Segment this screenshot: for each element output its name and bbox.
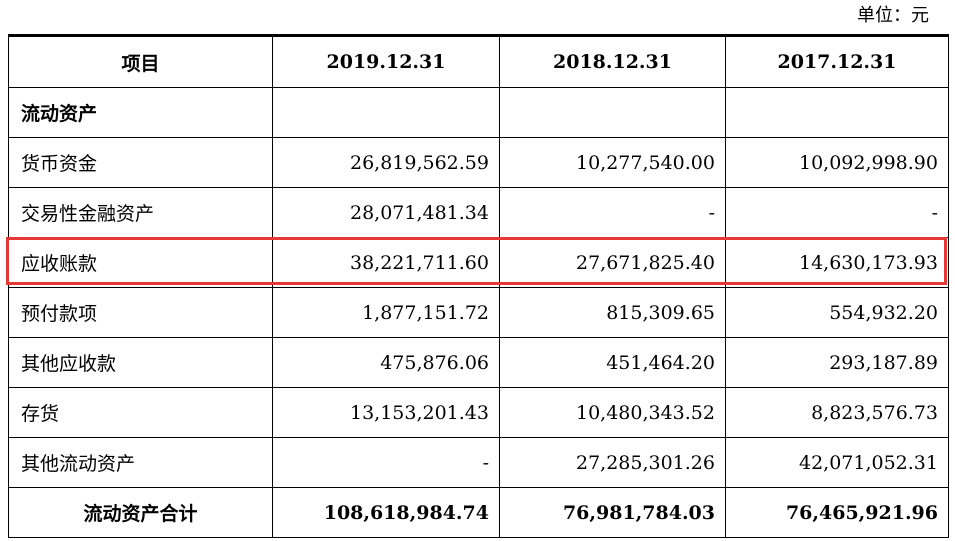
table-row: 货币资金 26,819,562.59 10,277,540.00 10,092,… xyxy=(8,137,949,188)
row-label: 货币资金 xyxy=(8,137,273,188)
empty-cell xyxy=(499,87,726,138)
value-2017: 8,823,576.73 xyxy=(725,387,949,438)
value-2017: - xyxy=(725,187,949,238)
empty-cell xyxy=(272,87,500,138)
value-2018: 10,480,343.52 xyxy=(499,387,726,438)
value-2018: 815,309.65 xyxy=(499,287,726,338)
value-2017: 42,071,052.31 xyxy=(725,437,949,488)
header-item: 项目 xyxy=(8,35,273,88)
total-2018: 76,981,784.03 xyxy=(499,487,726,538)
total-row: 流动资产合计 108,618,984.74 76,981,784.03 76,4… xyxy=(8,487,949,538)
value-2018: - xyxy=(499,187,726,238)
table-row: 交易性金融资产 28,071,481.34 - - xyxy=(8,187,949,238)
table-row: 存货 13,153,201.43 10,480,343.52 8,823,576… xyxy=(8,387,949,438)
unit-label: 单位：元 xyxy=(857,5,929,26)
value-2018: 10,277,540.00 xyxy=(499,137,726,188)
value-2019: - xyxy=(272,437,500,488)
empty-cell xyxy=(725,87,949,138)
value-2017: 293,187.89 xyxy=(725,337,949,388)
header-2017: 2017.12.31 xyxy=(725,35,949,88)
header-row: 项目 2019.12.31 2018.12.31 2017.12.31 xyxy=(8,35,949,88)
value-2018: 451,464.20 xyxy=(499,337,726,388)
value-2019: 13,153,201.43 xyxy=(272,387,500,438)
section-row: 流动资产 xyxy=(8,87,949,138)
table-row: 预付款项 1,877,151.72 815,309.65 554,932.20 xyxy=(8,287,949,338)
table-row: 其他应收款 475,876.06 451,464.20 293,187.89 xyxy=(8,337,949,388)
row-label: 交易性金融资产 xyxy=(8,187,273,238)
header-2018: 2018.12.31 xyxy=(499,35,726,88)
row-label: 存货 xyxy=(8,387,273,438)
table-row: 其他流动资产 - 27,285,301.26 42,071,052.31 xyxy=(8,437,949,488)
value-2019: 38,221,711.60 xyxy=(272,237,500,288)
row-label: 应收账款 xyxy=(8,237,273,288)
value-2019: 475,876.06 xyxy=(272,337,500,388)
value-2017: 554,932.20 xyxy=(725,287,949,338)
row-label: 其他应收款 xyxy=(8,337,273,388)
value-2018: 27,671,825.40 xyxy=(499,237,726,288)
total-2017: 76,465,921.96 xyxy=(725,487,949,538)
value-2019: 1,877,151.72 xyxy=(272,287,500,338)
value-2019: 28,071,481.34 xyxy=(272,187,500,238)
value-2019: 26,819,562.59 xyxy=(272,137,500,188)
table-row-highlighted: 应收账款 38,221,711.60 27,671,825.40 14,630,… xyxy=(8,237,949,288)
value-2017: 14,630,173.93 xyxy=(725,237,949,288)
total-label: 流动资产合计 xyxy=(8,487,273,538)
value-2018: 27,285,301.26 xyxy=(499,437,726,488)
value-2017: 10,092,998.90 xyxy=(725,137,949,188)
row-label: 预付款项 xyxy=(8,287,273,338)
current-assets-table: 项目 2019.12.31 2018.12.31 2017.12.31 流动资产… xyxy=(8,34,949,538)
total-2019: 108,618,984.74 xyxy=(272,487,500,538)
header-2019: 2019.12.31 xyxy=(272,35,500,88)
section-title: 流动资产 xyxy=(8,87,273,138)
row-label: 其他流动资产 xyxy=(8,437,273,488)
